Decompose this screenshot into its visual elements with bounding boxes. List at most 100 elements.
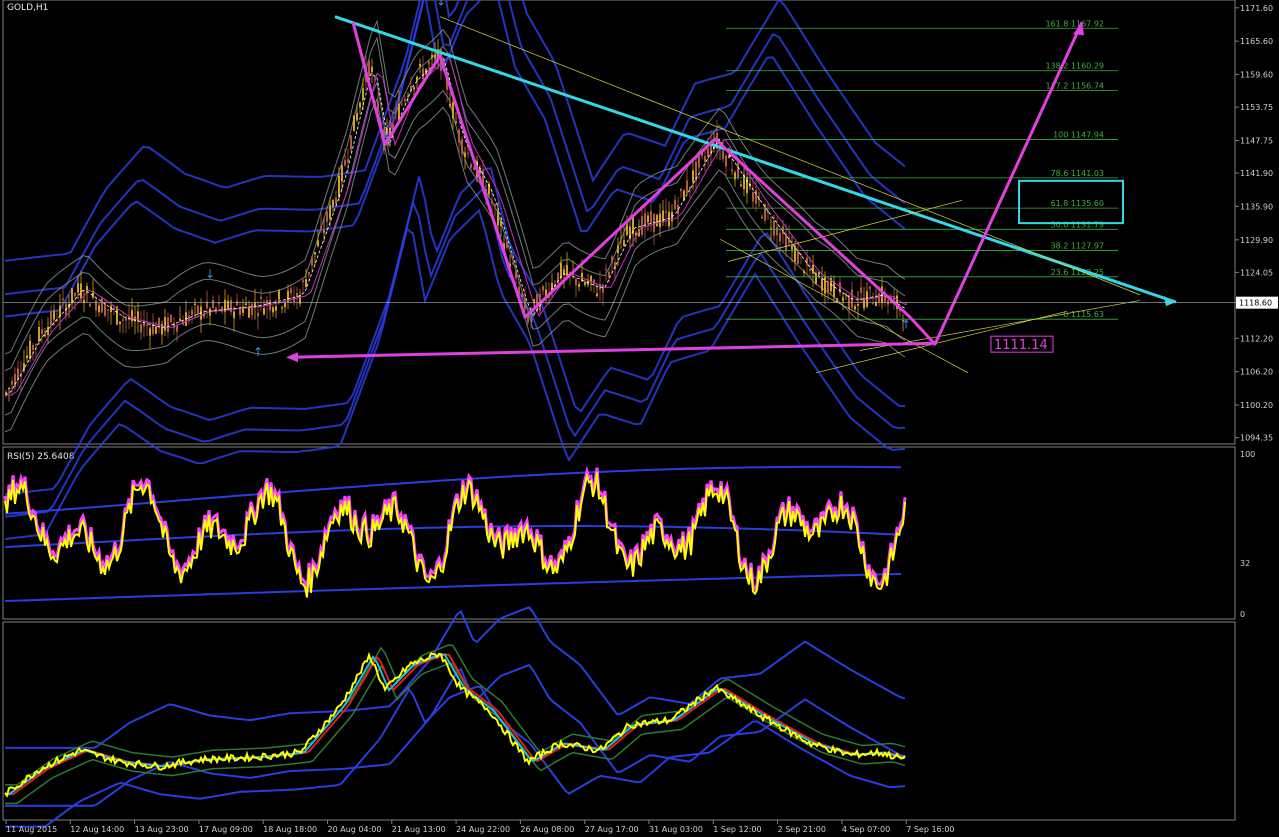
candle-body xyxy=(473,167,475,171)
candle-body xyxy=(359,102,361,108)
rsi-panel-frame xyxy=(2,446,1236,620)
time-label: 27 Aug 17:00 xyxy=(585,825,639,834)
candle-body xyxy=(170,314,172,323)
rsi-mid-envelope xyxy=(4,525,902,548)
candle-body xyxy=(524,298,526,310)
candle-body xyxy=(740,184,742,187)
candle-body xyxy=(332,200,334,207)
candle-body xyxy=(455,121,457,124)
bollinger-band xyxy=(4,80,906,416)
candle-body xyxy=(698,156,700,168)
candle-body xyxy=(623,240,625,247)
support-arrow-line xyxy=(291,341,936,359)
time-label: 11 Aug 2015 xyxy=(6,825,57,834)
fib-label: 61.8 1135.60 xyxy=(1051,199,1104,208)
candle-body xyxy=(452,102,454,119)
candle-body xyxy=(500,220,502,227)
candle-body xyxy=(314,252,316,255)
candle-body xyxy=(107,309,109,311)
candle-body xyxy=(212,299,214,308)
candle-body xyxy=(560,262,562,279)
candle-body xyxy=(827,283,829,294)
candle-body xyxy=(302,280,304,283)
candle-body xyxy=(734,172,736,180)
candle-body xyxy=(338,175,340,198)
candle-body xyxy=(515,270,517,279)
candle-body xyxy=(155,326,157,334)
candle-body xyxy=(416,76,418,81)
main-bands xyxy=(4,0,906,541)
candle-body xyxy=(122,319,124,321)
price-label: 1124.05 xyxy=(1240,268,1273,277)
candle-body xyxy=(131,310,133,322)
candle-body xyxy=(320,226,322,230)
candle-body xyxy=(197,305,199,315)
ma-panel-green-lower xyxy=(5,662,906,805)
price-label: 1141.90 xyxy=(1240,169,1273,178)
candle-body xyxy=(641,216,643,235)
candle-body xyxy=(239,308,241,316)
candle-body xyxy=(248,306,250,318)
support-arrowhead xyxy=(286,352,298,363)
time-label: 20 Aug 04:00 xyxy=(328,825,382,834)
candle-body xyxy=(8,387,10,390)
fractal-up-arrow: ↑ xyxy=(527,312,537,326)
candle-body xyxy=(467,152,469,154)
candle-body xyxy=(860,287,862,293)
fib-label: 38.2 1127.97 xyxy=(1051,242,1104,251)
fib-label: 100 1147.94 xyxy=(1053,130,1104,139)
candle-body xyxy=(770,227,772,229)
candle-body xyxy=(821,278,823,291)
time-label: 21 Aug 13:00 xyxy=(392,825,446,834)
candle-body xyxy=(251,303,253,316)
candle-body xyxy=(233,311,235,319)
candle-body xyxy=(353,115,355,132)
candle-body xyxy=(281,307,283,309)
time-axis: 11 Aug 2015 12 Aug 14:00 13 Aug 23:00 17 Au… xyxy=(5,820,955,834)
candle-body xyxy=(746,176,748,194)
yellow-channel-line xyxy=(719,238,969,374)
candle-body xyxy=(722,150,724,160)
candle-body xyxy=(650,211,652,224)
candle-body xyxy=(317,240,319,247)
candle-body xyxy=(395,110,397,113)
candle-body xyxy=(434,54,436,59)
candle-body xyxy=(656,214,658,227)
candle-body xyxy=(305,279,307,288)
candle-body xyxy=(617,245,619,254)
candle-body xyxy=(620,237,622,239)
candle-body xyxy=(14,374,16,387)
candle-body xyxy=(377,101,379,111)
candle-body xyxy=(284,302,286,308)
time-label: 2 Sep 21:00 xyxy=(778,825,826,834)
candle-body xyxy=(758,198,760,200)
time-label: 7 Sep 16:00 xyxy=(906,825,954,834)
yellow-channel-line xyxy=(439,16,1141,296)
ma-panel-lower-band xyxy=(5,663,906,807)
candle-body xyxy=(812,265,814,274)
candle-body xyxy=(596,293,598,297)
ma-panel-frame xyxy=(2,621,1236,821)
candle-body xyxy=(86,285,88,291)
price-label: 1171.60 xyxy=(1240,4,1273,13)
candle-body xyxy=(497,210,499,226)
fractal-down-arrow: ↓ xyxy=(436,0,446,9)
time-label: 4 Sep 07:00 xyxy=(842,825,890,834)
price-label: 1165.60 xyxy=(1240,37,1273,46)
candle-body xyxy=(905,303,907,305)
time-label: 12 Aug 14:00 xyxy=(70,825,124,834)
candle-body xyxy=(5,391,7,394)
candle-body xyxy=(140,324,142,333)
candle-body xyxy=(32,345,34,350)
candle-body xyxy=(230,299,232,312)
chart-canvas[interactable]: GOLD,H1 RSI(5) 25.6408 161.8 1167.92 138.… xyxy=(0,0,1279,837)
candle-body xyxy=(779,232,781,242)
target-label: 1111.14 xyxy=(994,338,1048,353)
candle-body xyxy=(335,197,337,204)
candle-body xyxy=(362,88,364,101)
candle-body xyxy=(422,68,424,80)
fractal-down-arrow: ↓ xyxy=(205,267,215,281)
candle-body xyxy=(29,340,31,359)
fib-label: 161.8 1167.92 xyxy=(1045,19,1104,28)
candle-body xyxy=(419,64,421,67)
